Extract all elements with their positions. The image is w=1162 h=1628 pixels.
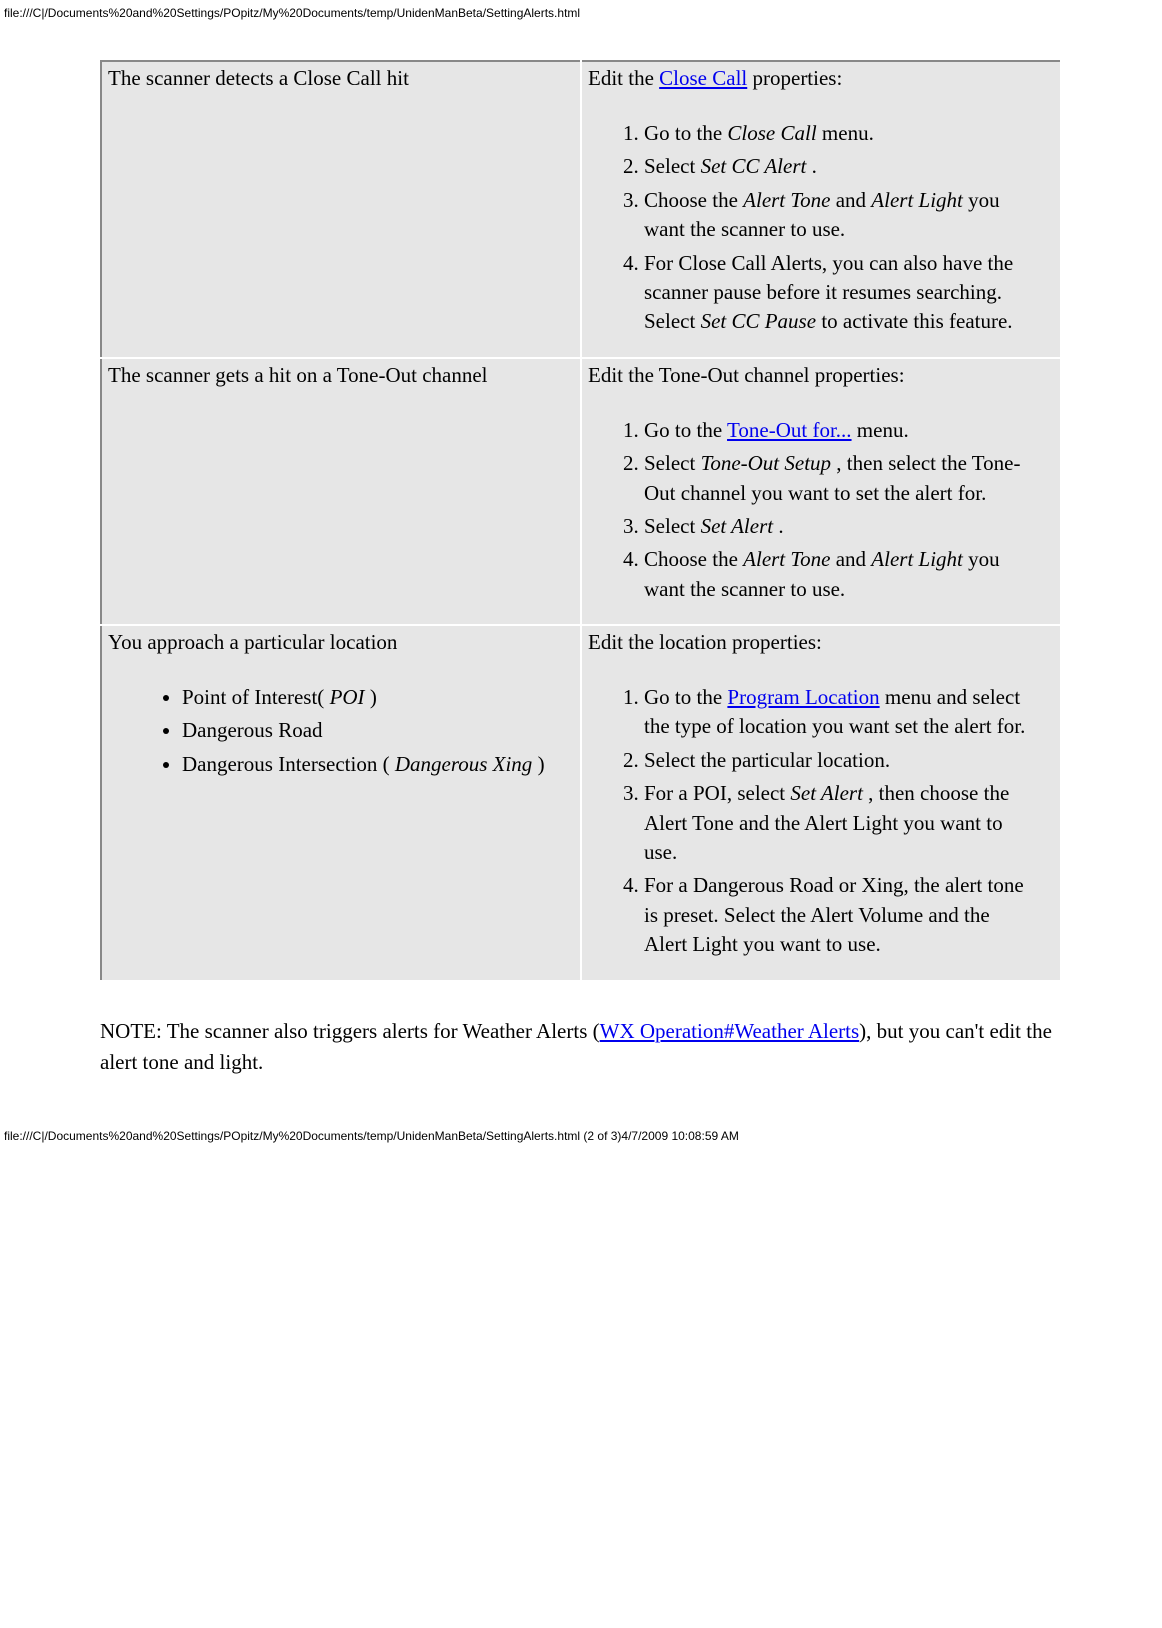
intro-text: Edit the <box>588 66 659 90</box>
cell-action: Edit the Tone-Out channel properties: Go… <box>581 358 1061 625</box>
list-item: Go to the Tone-Out for... menu. <box>644 414 1054 447</box>
step-text: Go to the <box>644 121 727 145</box>
note-text: NOTE: The scanner also triggers alerts f… <box>100 1016 1062 1079</box>
step-italic: Tone-Out Setup <box>701 451 837 475</box>
footer-file-path: file:///C|/Documents%20and%20Settings/PO… <box>0 1109 1162 1153</box>
cell-trigger: The scanner gets a hit on a Tone-Out cha… <box>101 358 581 625</box>
list-item: Select Set Alert . <box>644 510 1054 543</box>
list-item: Choose the Alert Tone and Alert Light yo… <box>644 543 1054 606</box>
list-item: Select the particular location. <box>644 744 1054 777</box>
table-row: You approach a particular location Point… <box>101 625 1061 981</box>
cell-action: Edit the Close Call properties: Go to th… <box>581 61 1061 358</box>
step-text: Choose the <box>644 188 743 212</box>
steps-list: Go to the Close Call menu. Select Set CC… <box>588 117 1054 339</box>
close-call-link[interactable]: Close Call <box>659 66 747 90</box>
list-item: Choose the Alert Tone and Alert Light yo… <box>644 184 1054 247</box>
step-text: and <box>830 547 871 571</box>
cell-trigger: The scanner detects a Close Call hit <box>101 61 581 358</box>
step-text: For a Dangerous Road or Xing, the alert … <box>644 873 1024 956</box>
list-item: For a Dangerous Road or Xing, the alert … <box>644 869 1054 961</box>
alerts-table: The scanner detects a Close Call hit Edi… <box>100 60 1062 982</box>
step-italic: Set CC Pause <box>701 309 817 333</box>
step-italic: Set CC Alert <box>701 154 812 178</box>
cell-action: Edit the location properties: Go to the … <box>581 625 1061 981</box>
trigger-text: The scanner gets a hit on a Tone-Out cha… <box>108 363 488 387</box>
trigger-text: The scanner detects a Close Call hit <box>108 66 409 90</box>
step-text: . <box>812 154 817 178</box>
steps-list: Go to the Tone-Out for... menu. Select T… <box>588 414 1054 606</box>
step-text: Select the particular location. <box>644 748 890 772</box>
step-italic: Alert Tone <box>743 188 830 212</box>
bullet-text: Dangerous Road <box>182 718 323 742</box>
step-text: Select <box>644 514 701 538</box>
program-location-link[interactable]: Program Location <box>727 685 879 709</box>
step-text: Select <box>644 154 701 178</box>
main-content: The scanner detects a Close Call hit Edi… <box>0 20 1162 1109</box>
intro-post: properties: <box>747 66 842 90</box>
step-text: Choose the <box>644 547 743 571</box>
step-text: For a POI, select <box>644 781 790 805</box>
step-text: menu. <box>852 418 909 442</box>
step-italic: Alert Tone <box>743 547 830 571</box>
bullet-text: ) <box>532 752 544 776</box>
step-text: Go to the <box>644 418 727 442</box>
step-italic: Close Call <box>727 121 816 145</box>
table-row: The scanner detects a Close Call hit Edi… <box>101 61 1061 358</box>
trigger-text: You approach a particular location <box>108 630 397 654</box>
list-item: Select Tone-Out Setup , then select the … <box>644 447 1054 510</box>
bullet-list: Point of Interest( POI ) Dangerous Road … <box>108 681 574 781</box>
list-item: Dangerous Road <box>182 714 574 747</box>
step-text: Go to the <box>644 685 727 709</box>
step-italic: Set Alert <box>790 781 868 805</box>
list-item: Point of Interest( POI ) <box>182 681 574 714</box>
step-italic: Alert Light <box>871 188 963 212</box>
note-pre: NOTE: The scanner also triggers alerts f… <box>100 1019 600 1043</box>
list-item: For a POI, select Set Alert , then choos… <box>644 777 1054 869</box>
list-item: Go to the Close Call menu. <box>644 117 1054 150</box>
intro-text: Edit the Tone-Out channel properties: <box>588 363 905 387</box>
list-item: Go to the Program Location menu and sele… <box>644 681 1054 744</box>
list-item: Dangerous Intersection ( Dangerous Xing … <box>182 748 574 781</box>
bullet-text: ) <box>365 685 377 709</box>
step-text: to activate this feature. <box>816 309 1013 333</box>
intro-text: Edit the location properties: <box>588 630 822 654</box>
bullet-text: Point of Interest( <box>182 685 330 709</box>
step-text: . <box>778 514 783 538</box>
cell-trigger: You approach a particular location Point… <box>101 625 581 981</box>
steps-list: Go to the Program Location menu and sele… <box>588 681 1054 962</box>
wx-operation-link[interactable]: WX Operation#Weather Alerts <box>600 1019 860 1043</box>
list-item: Select Set CC Alert . <box>644 150 1054 183</box>
step-text: and <box>830 188 871 212</box>
header-file-path: file:///C|/Documents%20and%20Settings/PO… <box>0 0 1162 20</box>
step-italic: Alert Light <box>871 547 963 571</box>
table-row: The scanner gets a hit on a Tone-Out cha… <box>101 358 1061 625</box>
bullet-italic: Dangerous Xing <box>395 752 532 776</box>
step-text: Select <box>644 451 701 475</box>
bullet-italic: POI <box>330 685 365 709</box>
list-item: For Close Call Alerts, you can also have… <box>644 247 1054 339</box>
bullet-text: Dangerous Intersection ( <box>182 752 395 776</box>
step-italic: Set Alert <box>701 514 779 538</box>
tone-out-link[interactable]: Tone-Out for... <box>727 418 852 442</box>
step-text: menu. <box>817 121 874 145</box>
